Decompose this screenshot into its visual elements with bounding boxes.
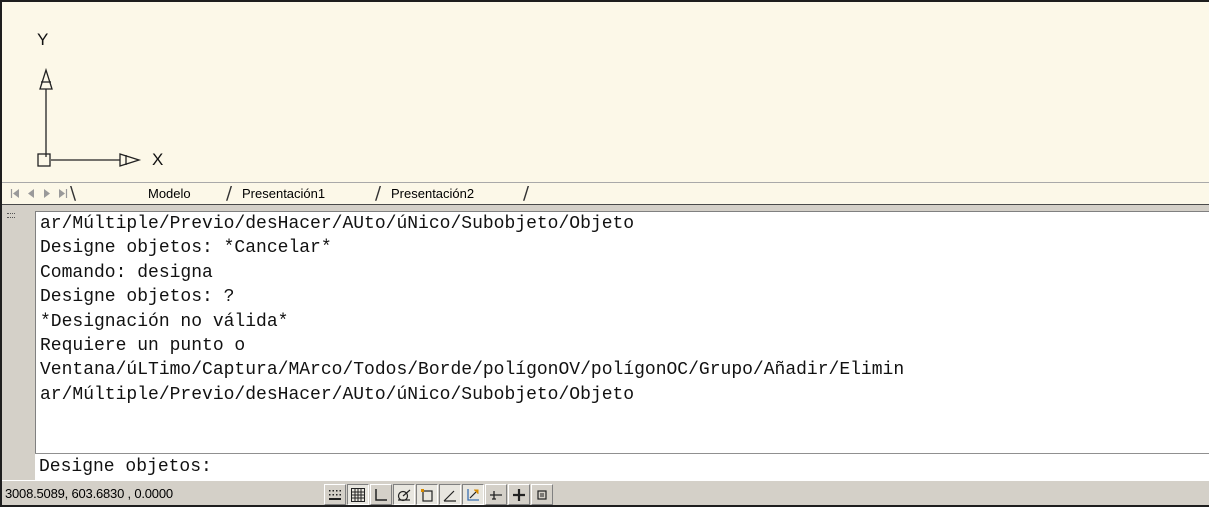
previous-layout-icon[interactable] — [24, 186, 37, 201]
drafting-settings-toggles — [324, 484, 554, 505]
ucs-x-label: X — [152, 150, 164, 169]
ducs-icon[interactable] — [462, 484, 484, 505]
history-line: Designe objetos: *Cancelar* — [40, 238, 332, 259]
drawing-canvas[interactable]: Y X — [2, 2, 1209, 182]
command-window: ar/Múltiple/Previo/desHacer/AUto/úNico/S… — [2, 205, 1209, 480]
tab-presentacion1[interactable]: Presentación1 — [238, 184, 325, 204]
tab-presentacion2[interactable]: Presentación2 — [387, 184, 474, 204]
ucs-y-label: Y — [37, 30, 49, 49]
history-line: ar/Múltiple/Previo/desHacer/AUto/úNico/S… — [40, 214, 635, 234]
application-window: Y X \ Modelo / Presentación1 / Presentac… — [0, 0, 1209, 507]
history-line: Comando: designa — [40, 262, 213, 283]
osnap-icon[interactable] — [416, 484, 438, 505]
status-bar-empty-area — [627, 484, 1209, 505]
command-history: ar/Múltiple/Previo/desHacer/AUto/úNico/S… — [35, 211, 1209, 454]
status-bar: 3008.5089, 603.6830 , 0.0000 — [2, 480, 1209, 505]
polar-icon[interactable] — [393, 484, 415, 505]
otrack-icon[interactable] — [439, 484, 461, 505]
grid-icon[interactable] — [347, 484, 369, 505]
history-line: Designe objetos: ? — [40, 287, 235, 308]
history-line: ar/Múltiple/Previo/desHacer/AUto/úNico/S… — [40, 384, 635, 405]
command-window-grip-area[interactable] — [2, 211, 35, 480]
lineweight-icon[interactable] — [508, 484, 530, 505]
snap-icon[interactable] — [324, 484, 346, 505]
model-icon[interactable] — [531, 484, 553, 505]
drag-handle-icon[interactable] — [7, 213, 15, 218]
layout-tab-bar: \ Modelo / Presentación1 / Presentación2… — [2, 182, 1209, 205]
ortho-icon[interactable] — [370, 484, 392, 505]
first-layout-icon[interactable] — [8, 186, 21, 201]
dyn-icon[interactable] — [485, 484, 507, 505]
coordinate-display[interactable]: 3008.5089, 603.6830 , 0.0000 — [5, 486, 173, 501]
command-line-input[interactable]: Designe objetos: — [35, 453, 1209, 480]
history-line: *Designación no válida* — [40, 311, 289, 332]
history-line: Requiere un punto o — [40, 336, 246, 357]
ucs-icon — [37, 67, 142, 167]
command-prompt: Designe objetos: — [39, 457, 212, 477]
tab-modelo[interactable]: Modelo — [144, 184, 191, 204]
last-layout-icon[interactable] — [56, 186, 69, 201]
next-layout-icon[interactable] — [40, 186, 53, 201]
history-line: Ventana/úLTimo/Captura/MArco/Todos/Borde… — [40, 360, 905, 381]
